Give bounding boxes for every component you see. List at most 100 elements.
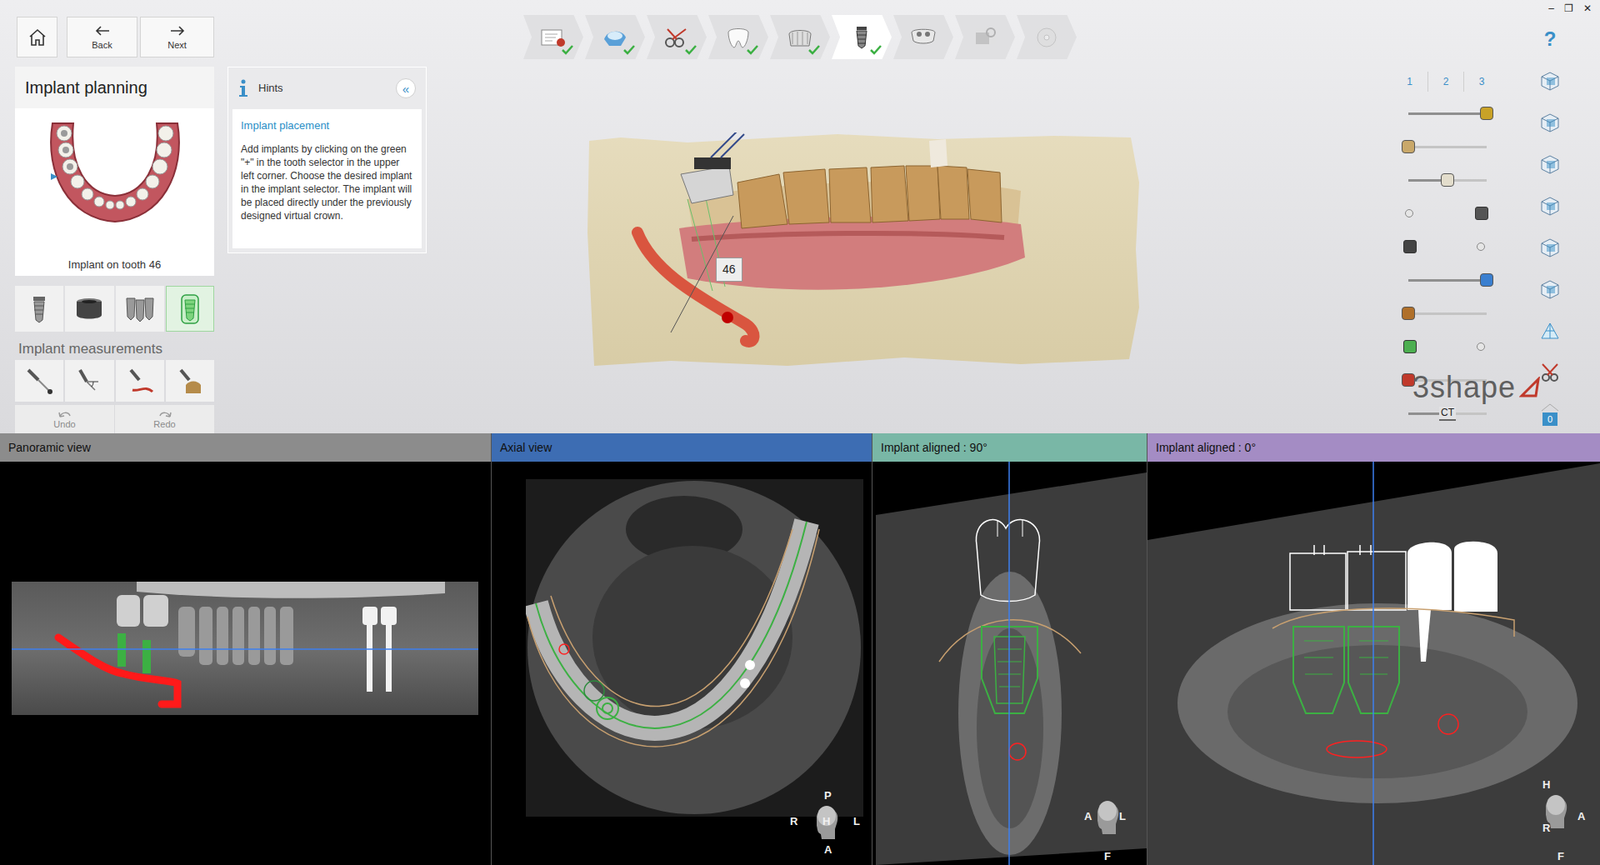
back-button[interactable]: Back xyxy=(66,16,138,58)
slider-knob[interactable] xyxy=(1401,140,1415,154)
home-button[interactable] xyxy=(16,16,58,58)
slider-knob[interactable] xyxy=(1480,106,1494,120)
orientation-label: A xyxy=(824,843,832,856)
hints-title: Hints xyxy=(258,80,284,97)
workflow-step[interactable] xyxy=(523,15,584,60)
slider-knob[interactable] xyxy=(1440,173,1455,187)
measurement-button[interactable] xyxy=(115,360,165,402)
panel-header: Implant planning xyxy=(15,66,215,109)
view-canvas[interactable]: PRHLA xyxy=(491,461,872,865)
check-icon xyxy=(623,45,635,55)
workflow-step[interactable] xyxy=(708,15,769,60)
orientation-label: A xyxy=(1084,810,1092,823)
toggle-icon[interactable] xyxy=(1403,240,1417,254)
left-column: BackNext Implant planningImplant on tooth… xyxy=(15,0,215,434)
views-area: Panoramic viewAxial viewPRHLAImplant ali… xyxy=(0,433,1600,865)
history-label: Undo xyxy=(53,419,75,430)
step-icon xyxy=(785,25,815,50)
collapse-button[interactable]: « xyxy=(395,78,416,99)
tool-button[interactable] xyxy=(15,285,64,332)
slider-track[interactable] xyxy=(1408,112,1487,115)
slider-knob[interactable] xyxy=(1401,306,1415,320)
check-icon xyxy=(746,45,759,55)
slider-track[interactable] xyxy=(1408,279,1487,282)
workflow-step[interactable] xyxy=(646,15,707,60)
tool-button[interactable] xyxy=(115,285,165,332)
long-view[interactable]: Implant aligned : 0°HRAF xyxy=(1147,433,1600,865)
3d-view[interactable]: 46 xyxy=(587,132,1141,368)
center-area: 46 xyxy=(426,0,1392,434)
orientation-label: R xyxy=(1542,821,1550,835)
layer-column[interactable]: 2 xyxy=(1427,71,1464,92)
help-button[interactable]: ? xyxy=(1544,26,1557,52)
workflow-step[interactable] xyxy=(831,15,892,60)
side-button[interactable] xyxy=(1535,351,1565,394)
slider-knob[interactable] xyxy=(1480,273,1494,287)
tool-button[interactable] xyxy=(65,285,114,332)
view-canvas[interactable] xyxy=(0,461,491,865)
workflow-step[interactable] xyxy=(585,15,645,60)
layer-slider[interactable] xyxy=(1408,296,1487,330)
side-button[interactable] xyxy=(1535,310,1565,352)
history-bar: Undo Redo xyxy=(15,405,215,434)
minimize-button[interactable]: – xyxy=(1548,1,1555,15)
measurement-button[interactable] xyxy=(65,360,114,402)
next-button[interactable]: Next xyxy=(140,16,215,58)
toggle-dot[interactable] xyxy=(1476,342,1485,351)
cube-icon xyxy=(1539,70,1561,92)
side-button[interactable]: 0 xyxy=(1535,393,1565,435)
side-button[interactable] xyxy=(1535,143,1565,185)
step-icon xyxy=(1032,25,1061,50)
cube-icon xyxy=(1539,278,1561,300)
layer-column[interactable]: 1 xyxy=(1391,71,1428,92)
cube-icon xyxy=(1539,153,1561,175)
orientation-label: A xyxy=(1577,810,1585,823)
hints-header: Hints « xyxy=(228,67,426,110)
slider-knob[interactable]: CT xyxy=(1439,406,1456,421)
side-button[interactable] xyxy=(1535,60,1565,102)
workflow-step[interactable] xyxy=(770,15,830,60)
panoramic-view[interactable]: Panoramic view xyxy=(0,433,491,865)
axial-view[interactable]: Axial viewPRHLA xyxy=(491,433,872,865)
cross-view[interactable]: Implant aligned : 90°ALF xyxy=(872,433,1147,865)
nav-bar: BackNext xyxy=(15,16,215,58)
restore-button[interactable]: ❐ xyxy=(1564,1,1574,15)
tool-button[interactable] xyxy=(165,285,215,332)
measurement-button[interactable] xyxy=(15,360,64,402)
view-canvas[interactable]: ALF xyxy=(872,461,1147,865)
layer-toggle[interactable] xyxy=(1408,330,1487,364)
toggle-dot[interactable] xyxy=(1476,242,1485,251)
layer-slider[interactable] xyxy=(1408,163,1487,197)
side-button[interactable] xyxy=(1535,226,1565,269)
layer-column[interactable]: 3 xyxy=(1463,71,1500,92)
check-icon xyxy=(561,45,574,55)
toggle-icon[interactable] xyxy=(1475,206,1489,220)
layer-slider[interactable] xyxy=(1408,130,1487,164)
measurement-button[interactable] xyxy=(165,360,215,402)
side-button[interactable] xyxy=(1535,101,1565,144)
side-button[interactable] xyxy=(1535,268,1565,310)
layer-toggle[interactable] xyxy=(1408,196,1487,230)
slider-fill xyxy=(1408,279,1487,282)
view-header: Implant aligned : 90° xyxy=(872,433,1147,462)
redo-button[interactable]: Redo xyxy=(115,405,215,434)
orientation-label: L xyxy=(1119,810,1126,823)
undo-button[interactable]: Undo xyxy=(15,405,115,434)
measurements-title: Implant measurements xyxy=(15,340,215,359)
slider-track[interactable] xyxy=(1408,145,1487,149)
layer-slider[interactable] xyxy=(1408,96,1487,130)
panel-body: Implant on tooth 46 xyxy=(15,108,215,276)
view-canvas[interactable]: HRAF xyxy=(1147,461,1600,865)
measurement-tools xyxy=(15,360,215,402)
cube-icon xyxy=(1539,236,1561,259)
side-button[interactable] xyxy=(1535,185,1565,227)
layer-toggle[interactable] xyxy=(1408,230,1487,264)
close-button[interactable]: ✕ xyxy=(1583,1,1592,15)
layer-slider[interactable] xyxy=(1408,263,1487,297)
view-title: Implant aligned : 0° xyxy=(1155,439,1256,457)
slider-track[interactable] xyxy=(1408,312,1487,315)
redo-icon xyxy=(156,409,174,420)
toggle-dot[interactable] xyxy=(1405,209,1414,218)
toggle-icon[interactable] xyxy=(1403,340,1417,354)
workflow-step[interactable] xyxy=(893,15,954,60)
